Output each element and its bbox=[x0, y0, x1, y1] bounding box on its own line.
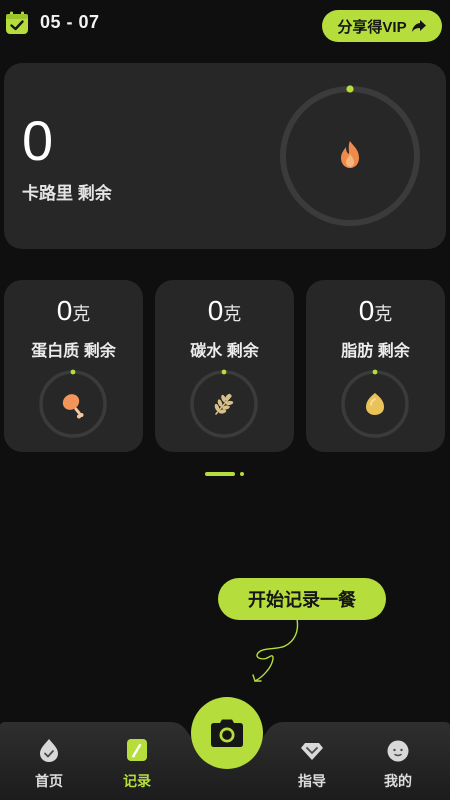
protein-number: 0 bbox=[56, 295, 73, 326]
protein-value: 0克 bbox=[4, 295, 143, 327]
tab-guide-label: 指导 bbox=[298, 773, 326, 789]
tab-home-label: 首页 bbox=[35, 773, 63, 789]
tab-mine-label: 我的 bbox=[384, 773, 412, 789]
tab-record-label: 记录 bbox=[123, 773, 151, 789]
tab-mine[interactable]: 我的 bbox=[368, 722, 428, 800]
tab-guide[interactable]: 指导 bbox=[282, 722, 342, 800]
carbs-unit: 克 bbox=[223, 304, 242, 324]
curly-arrow-icon bbox=[252, 618, 299, 682]
drumstick-icon bbox=[62, 394, 84, 419]
page-indicator-active[interactable] bbox=[205, 472, 235, 476]
calorie-ring-start-dot bbox=[346, 85, 354, 93]
top-bar: 05 - 07 分享得VIP bbox=[0, 0, 450, 50]
fat-label: 脂肪 剩余 bbox=[341, 343, 410, 360]
start-logging-bubble[interactable]: 开始记录一餐 bbox=[218, 578, 386, 620]
guide-diamond-icon bbox=[301, 743, 323, 760]
record-pen-icon bbox=[127, 739, 147, 761]
fat-value: 0克 bbox=[306, 295, 445, 327]
share-vip-button[interactable]: 分享得VIP bbox=[322, 10, 442, 42]
tab-record[interactable]: 记录 bbox=[107, 722, 167, 800]
date-label[interactable]: 05 - 07 bbox=[40, 12, 100, 33]
camera-button[interactable] bbox=[191, 697, 263, 769]
wheat-icon bbox=[214, 393, 234, 415]
protein-card[interactable]: 0克 蛋白质 剩余 bbox=[4, 280, 143, 452]
protein-label: 蛋白质 剩余 bbox=[31, 343, 116, 360]
protein-progress-ring bbox=[39, 369, 107, 438]
protein-unit: 克 bbox=[72, 304, 91, 324]
oil-drop-icon bbox=[366, 393, 384, 415]
carbs-number: 0 bbox=[207, 295, 224, 326]
fat-number: 0 bbox=[358, 295, 375, 326]
camera-icon bbox=[211, 719, 243, 747]
calendar-check-icon[interactable] bbox=[5, 11, 29, 35]
profile-face-icon bbox=[387, 740, 409, 762]
carbs-label: 碳水 剩余 bbox=[190, 343, 259, 360]
carbs-value: 0克 bbox=[155, 295, 294, 327]
flame-icon bbox=[341, 141, 359, 168]
tab-home[interactable]: 首页 bbox=[19, 722, 79, 800]
calorie-label: 卡路里 剩余 bbox=[22, 184, 112, 203]
home-droplet-icon bbox=[40, 739, 58, 762]
carbs-progress-ring bbox=[190, 369, 258, 438]
fat-card[interactable]: 0克 脂肪 剩余 bbox=[306, 280, 445, 452]
fat-progress-ring bbox=[341, 369, 409, 438]
calorie-card[interactable]: 0 卡路里 剩余 bbox=[4, 63, 446, 249]
share-vip-label: 分享得VIP bbox=[337, 18, 407, 36]
calorie-value: 0 bbox=[22, 109, 54, 172]
page-indicator-dot[interactable] bbox=[240, 472, 244, 476]
calorie-progress-ring bbox=[280, 85, 420, 226]
carbs-card[interactable]: 0克 碳水 剩余 bbox=[155, 280, 294, 452]
share-arrow-icon bbox=[411, 20, 426, 32]
fat-unit: 克 bbox=[374, 304, 393, 324]
